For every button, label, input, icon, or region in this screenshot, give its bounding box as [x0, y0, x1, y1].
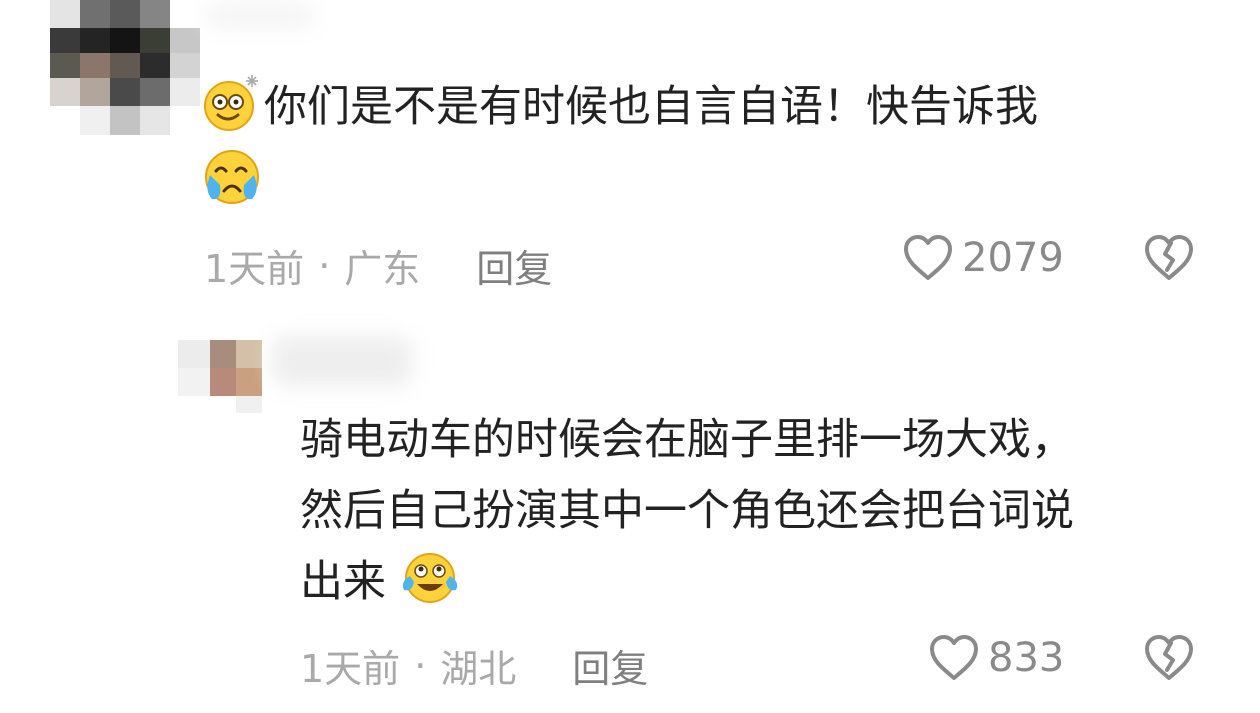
- like-button[interactable]: 2079: [902, 234, 1064, 282]
- like-count: 833: [988, 635, 1065, 681]
- crying-emoji: [205, 150, 259, 204]
- meta-separator: ·: [414, 643, 427, 688]
- heart-outline-icon: [930, 635, 978, 680]
- username-blurred[interactable]: [272, 336, 412, 386]
- username-blurred[interactable]: [205, 4, 315, 28]
- comment-time: 1天前: [300, 647, 401, 691]
- like-count: 2079: [962, 235, 1064, 281]
- broken-heart-icon[interactable]: [1143, 634, 1195, 682]
- comment-location: 广东: [344, 247, 421, 291]
- meta-separator: ·: [318, 243, 331, 288]
- broken-heart-icon[interactable]: [1143, 234, 1195, 282]
- comment-time: 1天前: [204, 247, 305, 291]
- comment-meta: 1天前 · 广东 回复: [204, 238, 552, 293]
- reply-button[interactable]: 回复: [476, 238, 552, 293]
- heart-outline-icon: [904, 235, 952, 280]
- comment-location: 湖北: [440, 647, 517, 691]
- comment-meta: 1天前 · 湖北 回复: [300, 638, 648, 693]
- reply-button[interactable]: 回复: [572, 638, 648, 693]
- avatar[interactable]: [50, 0, 200, 135]
- comment-text: 你们是不是有时候也自言自语！快告诉我: [264, 82, 1038, 132]
- tears-of-joy-emoji: [402, 553, 458, 603]
- like-button[interactable]: 833: [928, 634, 1064, 682]
